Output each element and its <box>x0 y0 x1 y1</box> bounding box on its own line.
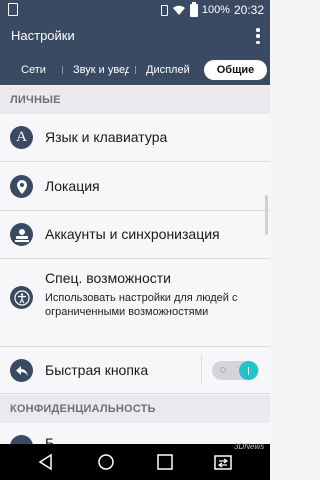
scrollbar[interactable] <box>265 195 268 235</box>
language-icon: A <box>10 126 33 149</box>
more-vert-icon[interactable] <box>255 26 261 46</box>
list-item-label: Локация <box>45 178 100 194</box>
shortcut-arrow-icon <box>10 359 33 382</box>
wifi-icon <box>172 5 185 15</box>
list-item-label: Б <box>45 435 55 444</box>
dual-window-icon[interactable] <box>213 452 233 472</box>
accounts-icon <box>10 223 33 246</box>
list-item-partial[interactable]: Б <box>0 423 270 444</box>
recent-apps-icon[interactable] <box>155 452 175 472</box>
list-item-language[interactable]: A Язык и клавиатура <box>0 114 270 162</box>
home-icon[interactable] <box>96 452 116 472</box>
back-icon[interactable] <box>36 452 56 472</box>
list-item-label: Быстрая кнопка <box>45 362 149 378</box>
list-item-label: Язык и клавиатура <box>45 129 168 145</box>
clock: 20:32 <box>233 3 264 17</box>
tab-divider <box>62 66 63 74</box>
tab-bar: Сети Звук и уведомления Дисплей Общие <box>0 52 270 85</box>
tab-divider <box>135 66 136 74</box>
toggle-divider <box>201 355 202 385</box>
tab-general[interactable]: Общие <box>204 60 267 80</box>
list-item-label: Аккаунты и синхронизация <box>45 226 220 242</box>
list-item-location[interactable]: Локация <box>0 162 270 211</box>
lock-icon <box>10 435 33 444</box>
toggle-thumb <box>239 361 258 380</box>
list-item-accessibility[interactable]: Спец. возможности Использовать настройки… <box>0 259 270 347</box>
location-pin-icon <box>10 175 33 198</box>
list-item-shortcut[interactable]: Быстрая кнопка <box>0 347 270 394</box>
section-header-personal: ЛИЧНЫЕ <box>0 86 270 114</box>
toggle-off-indicator <box>220 367 226 373</box>
watermark-logo: 3DNews <box>234 442 265 451</box>
tab-display[interactable]: Дисплей <box>146 60 196 80</box>
app-bar: Настройки <box>0 20 270 52</box>
list-item-accounts[interactable]: Аккаунты и синхронизация <box>0 211 270 259</box>
section-header-privacy: КОНФИДЕНЦИАЛЬНОСТЬ <box>0 395 270 423</box>
status-bar: 100% 20:32 <box>0 0 270 20</box>
battery-icon <box>189 1 198 17</box>
battery-percent: 100% <box>201 4 230 16</box>
vibrate-icon <box>160 4 168 16</box>
list-item-label: Спец. возможности <box>45 270 171 286</box>
list-item-description: Использовать настройки для людей с огран… <box>45 292 238 318</box>
navigation-bar <box>0 444 270 480</box>
shortcut-toggle[interactable] <box>212 361 259 380</box>
accessibility-icon <box>10 286 33 309</box>
tab-sound[interactable]: Звук и уведомления <box>73 60 129 80</box>
tab-networks[interactable]: Сети <box>21 60 51 80</box>
sim-card-icon <box>8 3 18 16</box>
page-title: Настройки <box>11 28 75 43</box>
